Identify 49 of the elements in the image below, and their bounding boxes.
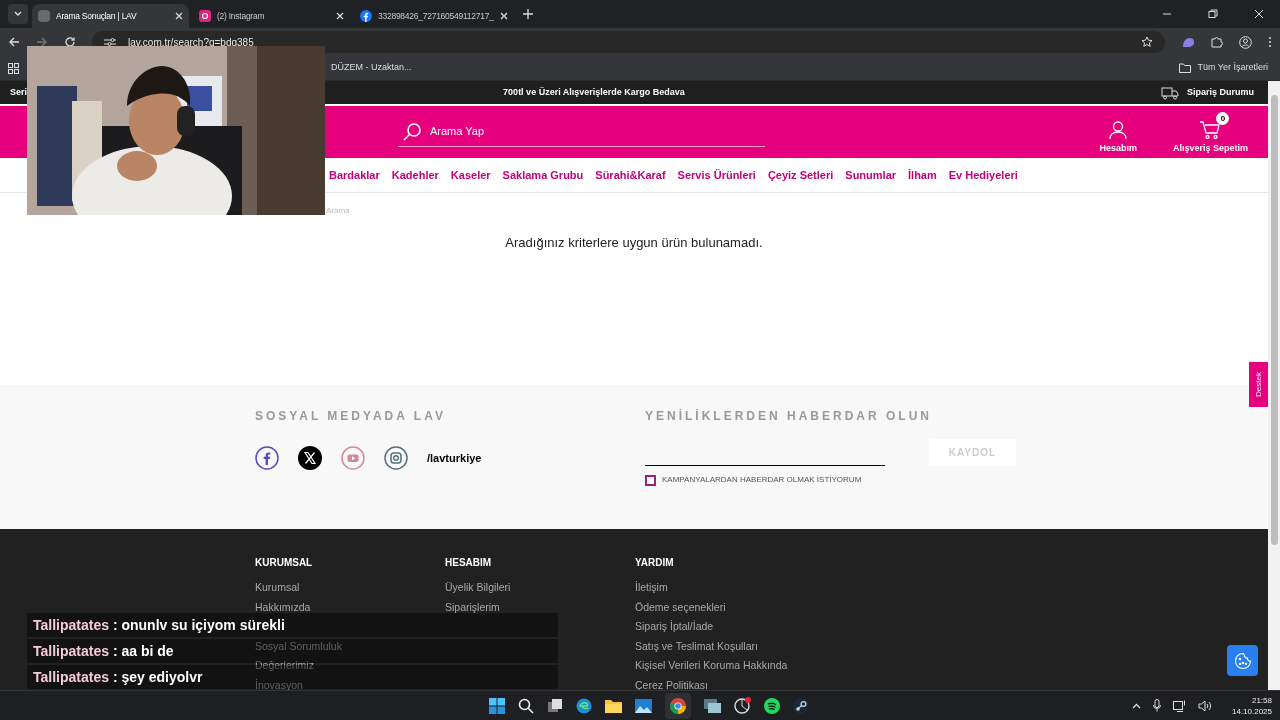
support-tab[interactable]: Destek [1249, 362, 1268, 407]
browser-tab[interactable]: (2) Instagram [193, 4, 350, 28]
footer-heading: HESABIM [445, 556, 493, 570]
footer-link[interactable]: Üyelik Bilgileri [445, 581, 511, 595]
cart-count-badge: 0 [1216, 112, 1230, 126]
shipping-promo-text: 700tl ve Üzeri Alışverişlerde Kargo Bedava [502, 85, 686, 99]
footer-link[interactable]: Kurumsal [255, 581, 300, 595]
social-handle-link[interactable]: /lavturkiye [427, 449, 482, 467]
account-button[interactable]: Hesabım [1099, 112, 1141, 156]
tab-title: (2) Instagram [217, 9, 266, 23]
tab-title: Arama Sonuçları | LAV [56, 9, 138, 23]
footer-heading: KURUMSAL [255, 556, 314, 570]
category-link[interactable]: Sürahi&Karaf [595, 166, 666, 184]
bookmark-item[interactable]: DÜZEM - Uzaktan... [331, 61, 412, 75]
footer-link[interactable]: Siparişlerim [445, 600, 500, 614]
chat-message-toast: Tallipatates : onunlv su içiyom sürekli [27, 613, 558, 637]
clock-date[interactable]: 14.10.2025 [1231, 705, 1272, 717]
footer-link[interactable]: Çerez Politikası [635, 678, 708, 690]
browser-tab[interactable]: 332898426_727160549112717_ [354, 4, 511, 28]
category-link[interactable]: İlham [908, 166, 937, 184]
consent-label: KAMPANYALARDAN HABERDAR OLMAK İSTİYORUM [662, 474, 862, 486]
address-field[interactable]: lav.com.tr/search?q=bdq385 [92, 31, 1165, 53]
clock-time[interactable]: 21:58 [1251, 694, 1272, 706]
category-link[interactable]: Ev Hediyeleri [948, 166, 1018, 184]
footer-link[interactable]: Kişisel Verileri Koruma Hakkında [635, 659, 788, 673]
section-heading: SOSYAL MEDYADA LAV [255, 408, 447, 425]
category-link[interactable]: Servis Ürünleri [677, 166, 756, 184]
order-status-link[interactable]: Sipariş Durumu [1161, 85, 1254, 100]
category-link[interactable]: Bardaklar [329, 166, 380, 184]
no-results-message: Aradığınız kriterlere uygun ürün bulunamadı. [504, 234, 764, 252]
category-link[interactable]: Saklama Grubu [502, 166, 584, 184]
footer-heading: YARDIM [635, 556, 675, 570]
category-link[interactable]: Sunumlar [845, 166, 897, 184]
footer-link[interactable]: Hakkımızda [255, 600, 311, 614]
category-link[interactable]: Kaseler [450, 166, 491, 184]
category-link[interactable]: Kadehler [391, 166, 439, 184]
category-link[interactable]: Çeyiz Setleri [767, 166, 834, 184]
url-text: lav.com.tr/search?q=bdq385 [128, 35, 255, 50]
promo-text: Seri [10, 85, 27, 99]
tab-title: 332898426_727160549112717_ [378, 9, 494, 23]
search-field[interactable]: Arama Yap [430, 123, 761, 140]
footer-link[interactable]: Satış ve Teslimat Koşulları [635, 639, 758, 653]
all-bookmarks-button[interactable]: Tüm Yer İşaretleri [1179, 61, 1268, 75]
footer-link[interactable]: İletişim [635, 581, 668, 595]
section-heading: YENİLİKLERDEN HABERDAR OLUN [645, 408, 933, 425]
browser-tab[interactable]: Arama Sonuçları | LAV [32, 4, 189, 28]
footer-link[interactable]: Sipariş İptal/İade [635, 620, 714, 634]
footer-link[interactable]: Ödeme seçenekleri [635, 600, 726, 614]
cart-button[interactable]: 0 Alışveriş Sepetim [1172, 112, 1252, 156]
